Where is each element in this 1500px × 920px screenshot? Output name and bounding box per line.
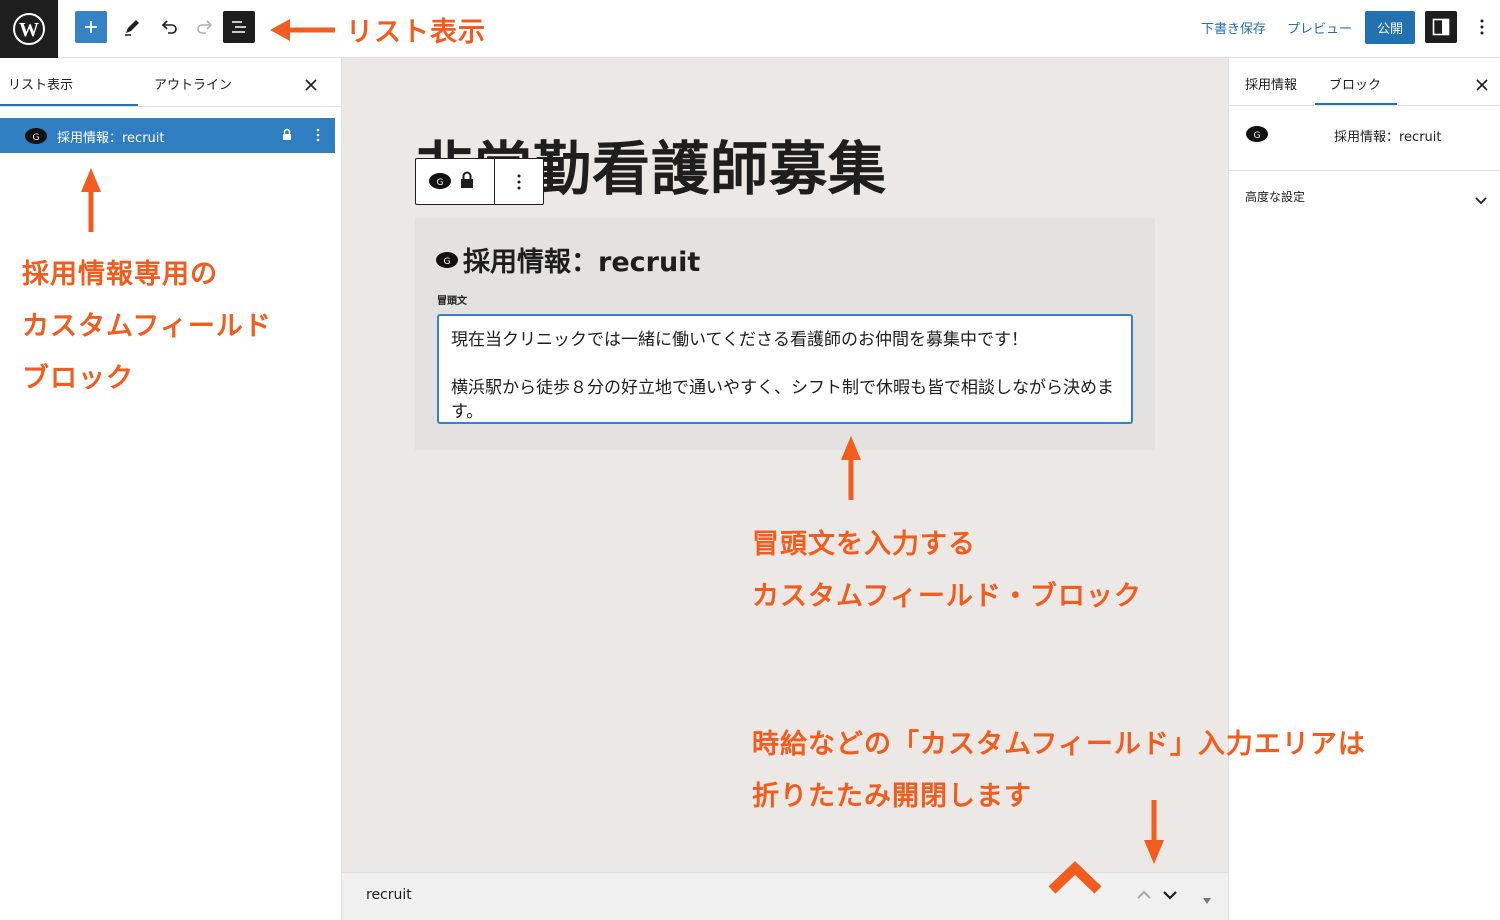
annotation-center-1: 冒頭文を入力する: [752, 529, 976, 560]
annotation-arrows: [81, 19, 1164, 894]
annotation-left-3: ブロック: [22, 363, 134, 394]
annotation-left-1: 採用情報専用の: [22, 259, 218, 290]
annotation-bottom-1: 時給などの「カスタムフィールド」入力エリアは: [752, 729, 1366, 760]
annotation-bottom-2: 折りたたみ開閉します: [752, 781, 1032, 812]
annotation-left-2: カスタムフィールド: [22, 311, 272, 342]
annotation-list-view: リスト表示: [346, 17, 486, 48]
annotation-center-2: カスタムフィールド・ブロック: [752, 581, 1142, 612]
